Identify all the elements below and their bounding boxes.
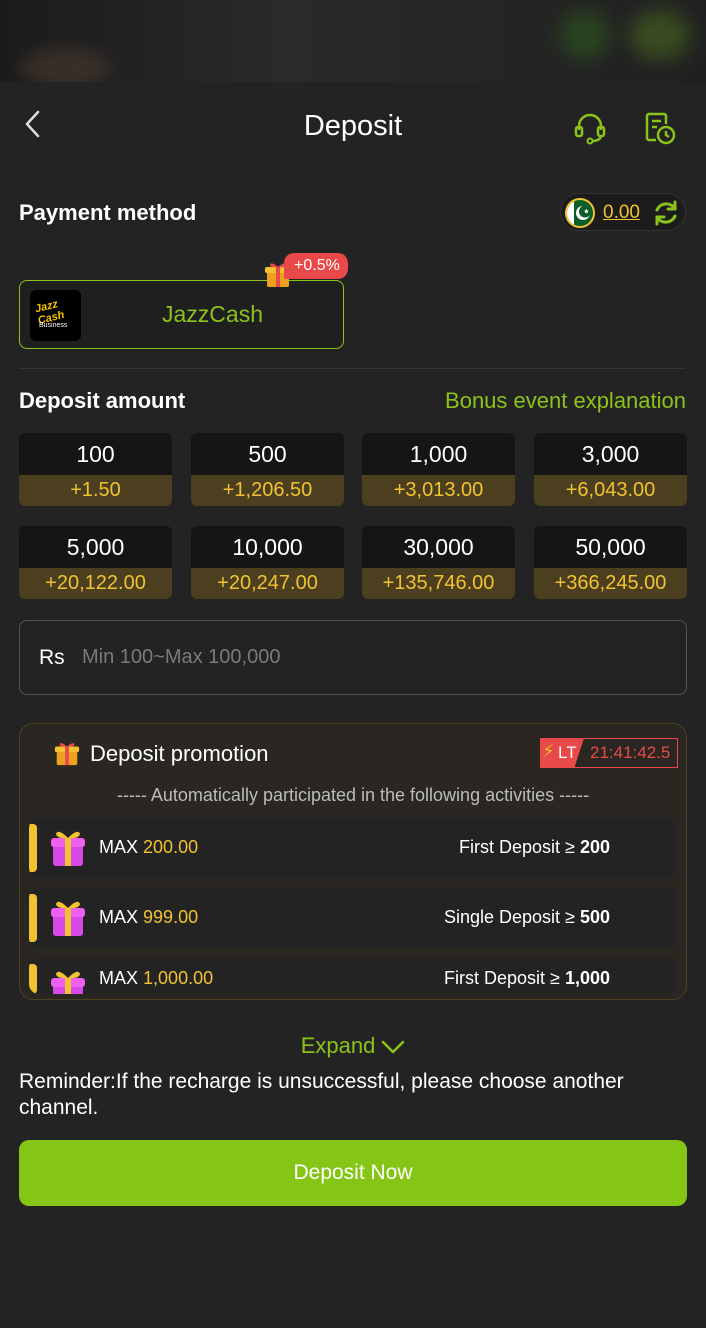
promotion-item[interactable]: MAX 200.00 First Deposit ≥ 200 — [29, 818, 676, 878]
chevron-down-icon — [382, 1040, 405, 1054]
lightning-icon: ⚡ — [542, 741, 555, 761]
amount-option[interactable]: 50,000 +366,245.00 — [534, 526, 687, 599]
reminder-text: Reminder:If the recharge is unsuccessful… — [19, 1070, 624, 1119]
payment-method-label: Payment method — [19, 200, 197, 225]
countdown-timer: 21:41:42.5 — [572, 738, 678, 768]
gift-box-icon — [49, 968, 87, 994]
limited-time-badge: ⚡ LT 21:41:42.5 — [540, 738, 678, 768]
balance-pill: 0.00 — [560, 193, 686, 231]
refresh-icon[interactable] — [651, 198, 681, 228]
deposit-promotion-panel: Deposit promotion ⚡ LT 21:41:42.5 ----- … — [19, 723, 687, 1000]
bonus-event-explanation-link[interactable]: Bonus event explanation — [445, 388, 686, 414]
amount-option[interactable]: 10,000 +20,247.00 — [191, 526, 344, 599]
currency-label: Rs — [39, 646, 65, 669]
amount-option[interactable]: 1,000 +3,013.00 — [362, 433, 515, 506]
jazzcash-logo: Jazz Cash Business — [30, 290, 81, 341]
customer-support-icon[interactable] — [570, 108, 610, 148]
expand-button[interactable]: Expand — [0, 1033, 706, 1059]
promotion-item[interactable]: MAX 1,000.00 First Deposit ≥ 1,000 — [29, 958, 676, 994]
amount-option[interactable]: 30,000 +135,746.00 — [362, 526, 515, 599]
amount-option[interactable]: 3,000 +6,043.00 — [534, 433, 687, 506]
balance-value[interactable]: 0.00 — [603, 202, 640, 224]
gift-box-icon — [49, 828, 87, 868]
gift-icon — [53, 739, 81, 767]
divider — [19, 368, 686, 369]
deposit-sheet: Deposit Payment method 0.00 Jazz Cash Bu… — [0, 82, 706, 1328]
amount-option[interactable]: 5,000 +20,122.00 — [19, 526, 172, 599]
promotion-title: Deposit promotion — [90, 741, 269, 766]
payment-method-jazzcash[interactable]: Jazz Cash Business JazzCash — [19, 280, 344, 349]
gift-box-icon — [49, 898, 87, 938]
amount-option[interactable]: 100 +1.50 — [19, 433, 172, 506]
payment-method-name: JazzCash — [162, 301, 263, 327]
background-app-strip — [0, 0, 706, 88]
bonus-rate-badge: +0.5% — [284, 253, 348, 279]
promotion-item[interactable]: MAX 999.00 Single Deposit ≥ 500 — [29, 888, 676, 948]
amount-input-box: Rs — [19, 620, 687, 695]
amount-option[interactable]: 500 +1,206.50 — [191, 433, 344, 506]
promotion-subtitle: ----- Automatically participated in the … — [116, 785, 590, 805]
header: Deposit — [0, 82, 706, 172]
pakistan-flag-icon — [565, 198, 595, 228]
amount-input[interactable] — [82, 637, 642, 677]
deposit-history-icon[interactable] — [640, 108, 680, 148]
deposit-amount-label: Deposit amount — [19, 388, 186, 413]
deposit-now-button[interactable]: Deposit Now — [19, 1140, 687, 1206]
